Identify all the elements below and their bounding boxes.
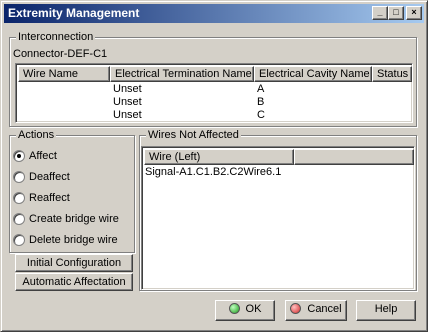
cancel-label: Cancel — [307, 303, 342, 315]
close-button[interactable]: × — [406, 6, 422, 20]
extremity-management-window: Extremity Management _ □ × Interconnecti… — [0, 0, 428, 332]
help-button[interactable]: Help — [356, 300, 416, 321]
column-header-status[interactable]: Status — [372, 66, 412, 82]
interconnection-group-label: Interconnection — [16, 30, 96, 44]
table-cell-termination[interactable]: Unset — [113, 109, 142, 122]
table-cell-termination[interactable]: Unset — [113, 96, 142, 109]
radio-button[interactable] — [13, 213, 25, 225]
list-item[interactable]: Signal-A1.C1.B2.C2Wire6.1 — [145, 166, 281, 179]
table-cell-termination[interactable]: Unset — [113, 83, 142, 96]
column-header-empty — [294, 149, 414, 165]
radio-button[interactable] — [13, 150, 25, 162]
column-header-cavity-name[interactable]: Electrical Cavity Name — [254, 66, 372, 82]
radio-label: Affect — [29, 150, 57, 162]
ok-icon — [228, 303, 240, 314]
actions-group: Actions Affect Deaffect Reaffect Create … — [9, 128, 135, 253]
cancel-icon — [290, 303, 302, 314]
interconnection-table[interactable]: Wire Name Electrical Termination Name El… — [15, 63, 413, 123]
cancel-button[interactable]: Cancel — [285, 300, 347, 321]
table-cell-cavity[interactable]: B — [257, 96, 264, 109]
radio-label: Create bridge wire — [29, 213, 119, 225]
radio-button[interactable] — [13, 234, 25, 246]
wires-not-affected-group-label: Wires Not Affected — [146, 128, 241, 142]
connector-name: Connector-DEF-C1 — [13, 48, 108, 60]
maximize-button[interactable]: □ — [388, 6, 404, 20]
table-cell-cavity[interactable]: C — [257, 109, 265, 122]
column-header-wire-left[interactable]: Wire (Left) — [144, 149, 294, 165]
ok-button[interactable]: OK — [215, 300, 275, 321]
column-header-termination-name[interactable]: Electrical Termination Name — [110, 66, 254, 82]
window-title: Extremity Management — [8, 6, 140, 20]
title-bar[interactable]: Extremity Management _ □ × — [4, 4, 424, 23]
radio-button[interactable] — [13, 192, 25, 204]
wires-not-affected-list[interactable]: Wire (Left) Signal-A1.C1.B2.C2Wire6.1 — [141, 146, 415, 290]
initial-configuration-button[interactable]: Initial Configuration — [15, 254, 133, 272]
radio-label: Delete bridge wire — [29, 234, 118, 246]
radio-button[interactable] — [13, 171, 25, 183]
radio-label: Reaffect — [29, 192, 70, 204]
automatic-affectation-button[interactable]: Automatic Affectation — [15, 273, 133, 291]
ok-label: OK — [245, 303, 262, 315]
radio-label: Deaffect — [29, 171, 70, 183]
minimize-button[interactable]: _ — [372, 6, 388, 20]
column-header-wire-name[interactable]: Wire Name — [18, 66, 110, 82]
table-cell-cavity[interactable]: A — [257, 83, 264, 96]
actions-group-label: Actions — [16, 128, 57, 142]
